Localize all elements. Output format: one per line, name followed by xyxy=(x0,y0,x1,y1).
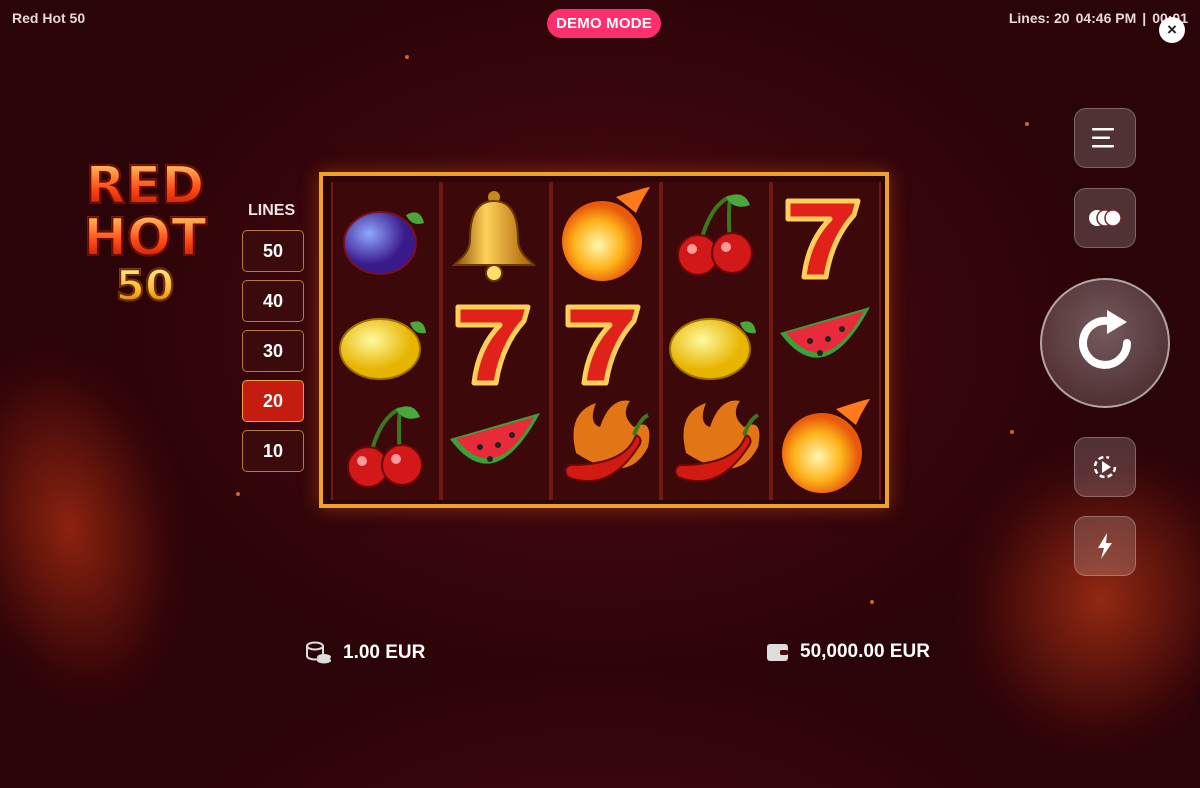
spin-icon xyxy=(1079,310,1131,369)
lines-option-30[interactable]: 30 xyxy=(242,330,304,372)
clock: 04:46 PM xyxy=(1075,10,1137,26)
seven-icon xyxy=(785,198,861,280)
watermelon-icon xyxy=(780,307,870,358)
lines-label: LINES xyxy=(248,202,296,219)
menu-icon xyxy=(1092,128,1114,148)
turbo-icon xyxy=(1098,533,1112,559)
reel-4-symbol-1 xyxy=(661,182,767,288)
seven-icon xyxy=(455,304,531,386)
balance-display: 50,000.00 EUR xyxy=(766,641,930,663)
lines-option-20[interactable]: 20 xyxy=(242,380,304,422)
lines-option-10[interactable]: 10 xyxy=(242,430,304,472)
cherry-icon xyxy=(347,406,423,488)
lines-info: Lines: 20 xyxy=(1008,10,1070,26)
balance-value: 50,000.00 EUR xyxy=(800,641,930,662)
autoplay-icon xyxy=(1093,455,1117,479)
reel-1-symbol-1 xyxy=(331,182,437,288)
reel-1-symbol-3 xyxy=(331,394,437,500)
bet-display[interactable]: 1.00 EUR xyxy=(305,641,425,665)
bell-icon xyxy=(451,191,537,282)
reel-3-symbol-3 xyxy=(551,394,657,500)
reel-frame xyxy=(319,172,889,508)
ember-spark xyxy=(405,55,409,59)
ember-spark xyxy=(870,600,874,604)
bet-button[interactable] xyxy=(1074,188,1136,248)
fireball-icon xyxy=(782,399,870,493)
lemon-icon xyxy=(669,318,756,380)
chili-icon xyxy=(674,400,760,483)
spin-button[interactable] xyxy=(1040,278,1170,408)
game-title: Red Hot 50 xyxy=(12,10,86,26)
watermelon-icon xyxy=(450,413,540,464)
bet-value: 1.00 EUR xyxy=(343,642,426,663)
turbo-button[interactable] xyxy=(1074,516,1136,576)
menu-button[interactable] xyxy=(1074,108,1136,168)
reel-4-symbol-2 xyxy=(661,288,767,394)
lines-option-50[interactable]: 50 xyxy=(242,230,304,272)
coins-icon xyxy=(306,641,331,664)
chili-icon xyxy=(564,400,650,483)
cherry-icon xyxy=(677,194,753,276)
reel-4-symbol-3 xyxy=(661,394,767,500)
lemon-icon xyxy=(339,318,426,380)
close-button[interactable]: × xyxy=(1159,17,1185,43)
reel-5-symbol-2 xyxy=(771,288,877,394)
ember-spark xyxy=(236,492,240,496)
logo-fifty: 50 xyxy=(55,263,235,309)
wallet-icon xyxy=(767,644,788,661)
reel-5-symbol-1 xyxy=(771,182,877,288)
logo-red: RED xyxy=(55,159,235,213)
logo-hot: HOT xyxy=(55,211,235,265)
reel-3-symbol-2 xyxy=(551,288,657,394)
reel-3-symbol-1 xyxy=(551,182,657,288)
ember-spark xyxy=(1025,122,1029,126)
demo-mode-badge: DEMO MODE xyxy=(547,9,661,38)
autoplay-button[interactable] xyxy=(1074,437,1136,497)
game-logo: RED HOT 50 xyxy=(55,159,235,330)
fireball-icon xyxy=(562,187,650,281)
reel-2-symbol-2 xyxy=(441,288,547,394)
chips-icon xyxy=(1089,209,1122,227)
lines-option-40[interactable]: 40 xyxy=(242,280,304,322)
plum-icon xyxy=(343,211,424,275)
reel-2-symbol-3 xyxy=(441,394,547,500)
reel-2-symbol-1 xyxy=(441,182,547,288)
reel-1-symbol-2 xyxy=(331,288,437,394)
seven-icon xyxy=(565,304,641,386)
status-separator: | xyxy=(1142,10,1147,26)
reel-5-symbol-3 xyxy=(771,394,877,500)
ember-spark xyxy=(1010,430,1014,434)
